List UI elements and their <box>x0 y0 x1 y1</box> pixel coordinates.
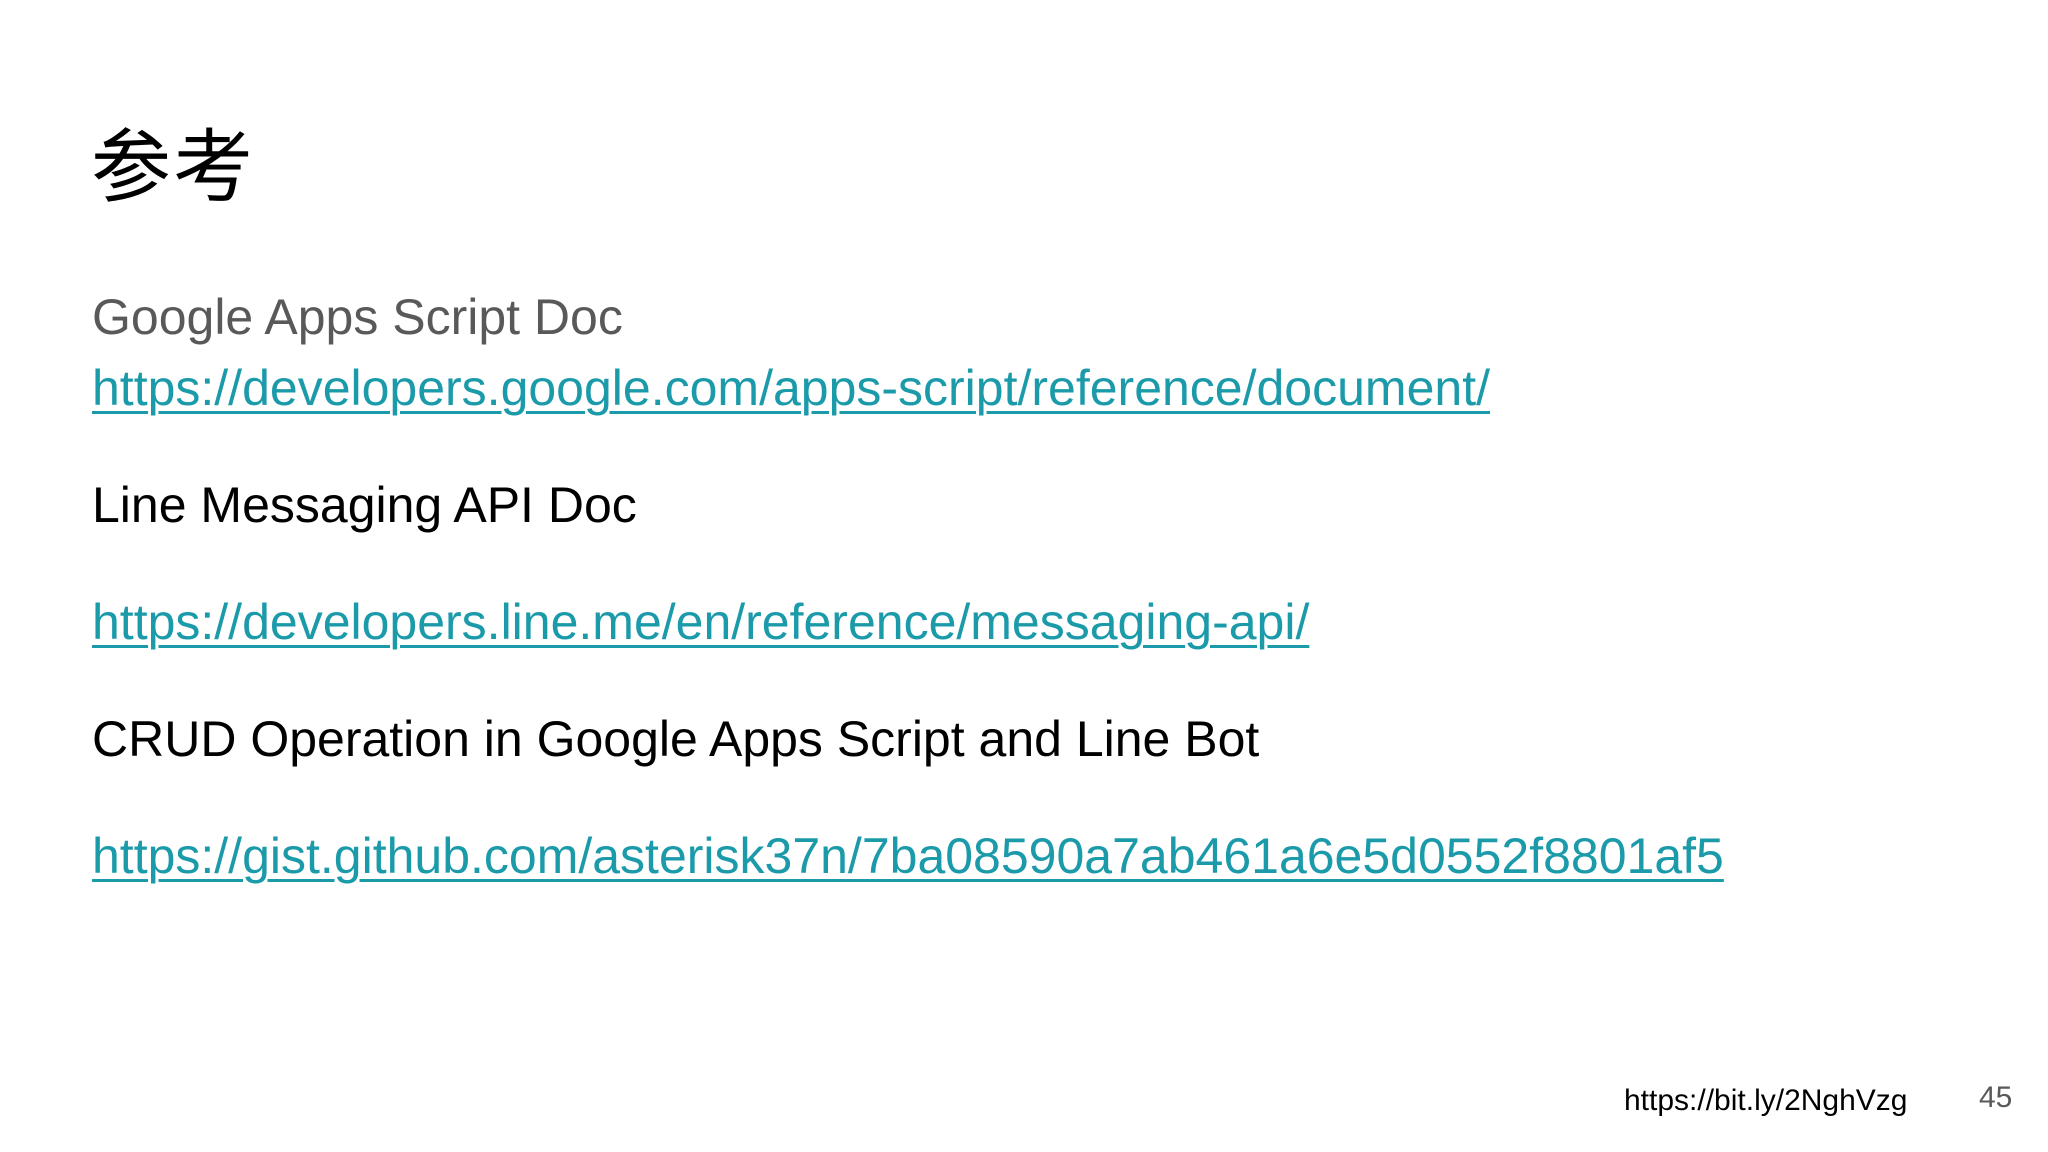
line-api-doc-link[interactable]: https://developers.line.me/en/reference/… <box>92 592 1309 652</box>
crud-gist-link[interactable]: https://gist.github.com/asterisk37n/7ba0… <box>92 826 1724 886</box>
gas-doc-link[interactable]: https://developers.google.com/apps-scrip… <box>92 358 1490 418</box>
slide-title: 参考 <box>91 121 255 214</box>
page-number: 45 <box>1979 1081 2013 1114</box>
gas-doc-label: Google Apps Script Doc <box>92 289 623 345</box>
line-api-doc-label: Line Messaging API Doc <box>92 477 637 533</box>
slide: 参考 Google Apps Script Doc https://develo… <box>0 0 2048 1152</box>
footer-short-link: https://bit.ly/2NghVzg <box>1624 1084 1908 1117</box>
crud-gist-label: CRUD Operation in Google Apps Script and… <box>92 711 1260 767</box>
